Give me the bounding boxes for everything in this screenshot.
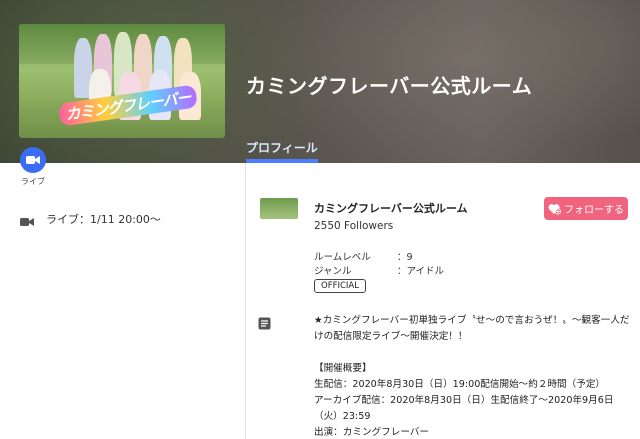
genre-value: ：アイドル bbox=[397, 266, 445, 277]
genre-label: ジャンル bbox=[314, 266, 352, 277]
room-title: カミングフレーバー公式ルーム bbox=[246, 74, 533, 98]
live-button[interactable] bbox=[20, 147, 46, 173]
heart-plus-icon bbox=[548, 203, 561, 214]
tab-active-indicator bbox=[246, 159, 318, 163]
description-line: 生配信：2020年8月30日（日）19:00配信開始〜約２時間（予定） bbox=[314, 379, 606, 390]
description-line: アーカイブ配信：2020年8月30日（日）生配信終了〜2020年9月6日（火）2… bbox=[314, 395, 614, 422]
room-description: ★カミングフレーバー初単独ライブ〝せ〜ので言おうぜ！〟〜観客一人だけの配信限定ラ… bbox=[314, 313, 632, 439]
description-line: 出演：カミングフレーバー bbox=[314, 427, 430, 438]
follow-button[interactable]: フォローする bbox=[544, 197, 628, 220]
column-divider bbox=[245, 163, 246, 439]
room-thumbnail: カミングフレーバー bbox=[19, 24, 225, 138]
room-level-label: ルームレベル bbox=[314, 252, 371, 263]
description-line: ★カミングフレーバー初単独ライブ〝せ〜ので言おうぜ！〟〜観客一人だけの配信限定ラ… bbox=[314, 315, 630, 342]
follow-button-label: フォローする bbox=[564, 205, 624, 216]
profile-name: カミングフレーバー公式ルーム bbox=[314, 202, 468, 215]
page: カミングフレーバー カミングフレーバー公式ルーム プロフィール ライブ ライブ：… bbox=[0, 0, 640, 439]
room-level-value: ：9 bbox=[397, 252, 413, 263]
official-badge: OFFICIAL bbox=[314, 279, 366, 293]
video-camera-icon bbox=[20, 212, 34, 231]
profile-thumbnail bbox=[260, 198, 298, 219]
document-icon bbox=[258, 315, 271, 334]
live-label: ライブ bbox=[21, 177, 45, 186]
tab-profile[interactable]: プロフィール bbox=[246, 139, 318, 156]
followers-count: 2550 Followers bbox=[314, 220, 394, 232]
description-heading: 【開催概要】 bbox=[314, 363, 372, 374]
live-schedule: ライブ：1/11 20:00〜 bbox=[46, 213, 161, 226]
video-camera-icon bbox=[26, 156, 40, 164]
